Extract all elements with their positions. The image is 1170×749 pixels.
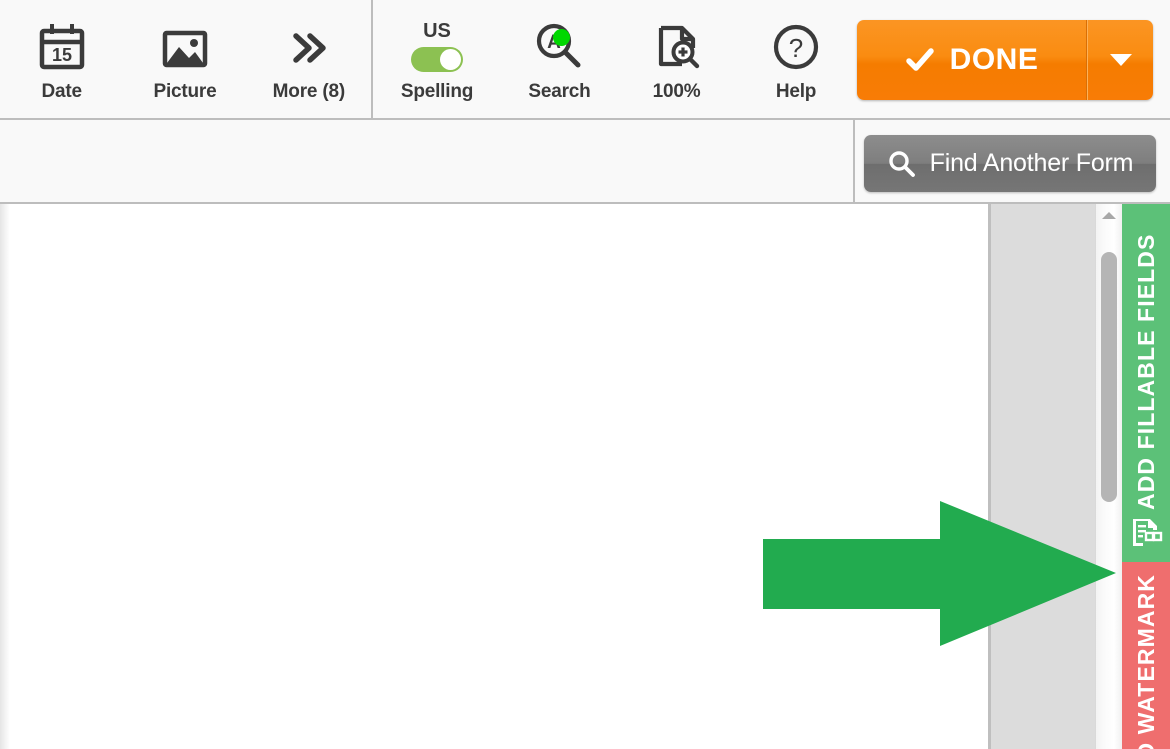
spelling-toggle-wrap[interactable]: US xyxy=(411,16,463,72)
caret-down-icon xyxy=(1109,54,1132,66)
add-fillable-fields-label: ADD FILLABLE FIELDS xyxy=(1132,233,1159,510)
toolbar-button-picture[interactable]: Picture xyxy=(123,0,246,118)
document-area: ADD FILLABLE FIELDS ADD WATERMARK xyxy=(0,204,1170,749)
search-icon xyxy=(888,151,915,177)
toolbar-button-date[interactable]: 15 Date xyxy=(0,0,123,118)
toolbar-secondary-divider xyxy=(853,120,855,202)
toolbar-button-spelling-label: Spelling xyxy=(400,80,474,102)
document-gutter xyxy=(988,204,1095,749)
calendar-icon: 15 xyxy=(37,16,87,72)
check-icon xyxy=(905,48,934,71)
toolbar-group-tools: US Spelling A Search xyxy=(373,0,857,118)
done-button-group: DONE xyxy=(857,20,1153,100)
svg-text:15: 15 xyxy=(52,45,72,65)
vertical-scrollbar[interactable] xyxy=(1095,204,1122,749)
done-dropdown-button[interactable] xyxy=(1087,20,1153,100)
toolbar-button-zoom[interactable]: 100% xyxy=(618,0,735,118)
toolbar-button-help[interactable]: ? Help xyxy=(735,0,857,118)
done-button[interactable]: DONE xyxy=(857,20,1087,100)
scrollbar-thumb[interactable] xyxy=(1101,252,1117,502)
find-another-form-label: Find Another Form xyxy=(929,149,1134,177)
toolbar-button-search[interactable]: A Search xyxy=(501,0,618,118)
document-page[interactable] xyxy=(0,204,988,749)
toolbar-button-spelling[interactable]: US Spelling xyxy=(373,0,501,118)
image-icon xyxy=(160,16,210,72)
double-chevron-right-icon xyxy=(284,16,334,72)
done-button-label: DONE xyxy=(949,43,1039,76)
find-another-form-button[interactable]: Find Another Form xyxy=(864,135,1156,192)
toolbar-button-more-label: More (8) xyxy=(272,80,345,102)
form-fields-document-icon xyxy=(1129,516,1163,555)
app-root: 15 Date Picture More (8) US Spelling Sea… xyxy=(0,0,1170,749)
toolbar-button-zoom-label: 100% xyxy=(652,80,701,102)
triangle-up-icon xyxy=(1102,211,1116,219)
add-watermark-label: ADD WATERMARK xyxy=(1132,574,1159,749)
toolbar-group-insert: 15 Date Picture More (8) xyxy=(0,0,373,118)
svg-text:?: ? xyxy=(789,33,803,63)
search-text-icon: A xyxy=(533,16,587,72)
toolbar-button-more[interactable]: More (8) xyxy=(247,0,371,118)
toolbar-button-search-label: Search xyxy=(528,80,591,102)
toolbar-primary: 15 Date Picture More (8) US Spelling Sea… xyxy=(0,0,1170,120)
document-zoom-in-icon xyxy=(652,16,702,72)
toggle-switch-icon[interactable] xyxy=(411,46,463,72)
toggle-knob xyxy=(440,48,461,70)
toolbar-button-picture-label: Picture xyxy=(153,80,217,102)
sidebar-item-add-fillable-fields[interactable]: ADD FILLABLE FIELDS xyxy=(1122,204,1170,562)
side-tab-strip: ADD FILLABLE FIELDS ADD WATERMARK xyxy=(1122,204,1170,749)
toolbar-button-date-label: Date xyxy=(41,80,82,102)
toolbar-button-help-label: Help xyxy=(775,80,817,102)
scrollbar-up-button[interactable] xyxy=(1096,204,1122,226)
search-status-dot-icon xyxy=(552,28,570,46)
sidebar-item-add-watermark[interactable]: ADD WATERMARK xyxy=(1122,562,1170,749)
question-circle-icon: ? xyxy=(771,16,821,72)
spelling-locale-label: US xyxy=(423,19,451,42)
